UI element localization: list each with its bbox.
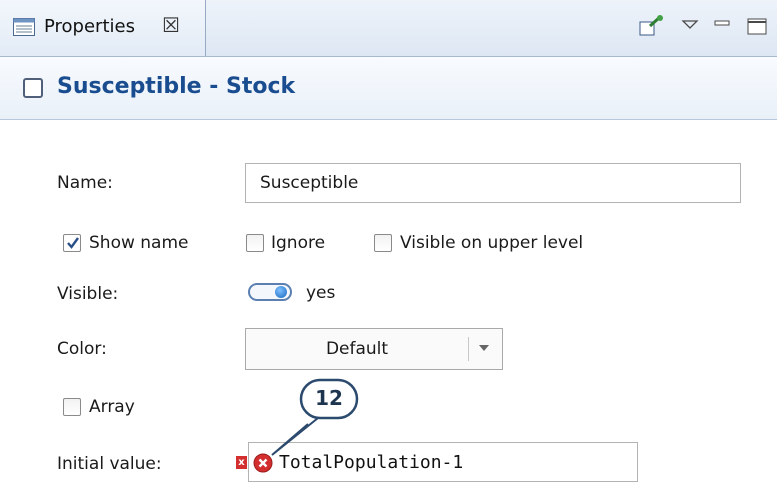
initial-value-label: Initial value: [57, 454, 162, 474]
close-icon[interactable]: ☒ [162, 14, 180, 36]
visible-toggle[interactable] [248, 283, 292, 301]
view-menu-icon[interactable] [680, 14, 700, 38]
checkmark-icon [67, 237, 79, 249]
stock-square-icon [23, 78, 43, 98]
properties-tab[interactable]: Properties ☒ [0, 0, 206, 56]
color-dropdown-value: Default [325, 339, 389, 359]
page-title: Susceptible - Stock [57, 74, 296, 99]
name-field[interactable]: Susceptible [245, 163, 741, 203]
color-dropdown[interactable]: Default [245, 328, 503, 370]
show-name-checkbox[interactable] [63, 234, 81, 252]
toggle-knob [275, 286, 287, 298]
visible-value: yes [306, 283, 336, 303]
array-label: Array [89, 397, 135, 417]
chevron-down-icon [479, 345, 489, 351]
show-name-label: Show name [89, 233, 189, 253]
dropdown-divider [468, 337, 469, 361]
visible-label: Visible: [57, 284, 119, 304]
ignore-label: Ignore [271, 233, 326, 253]
callout-number: 12 [315, 386, 343, 410]
name-label: Name: [57, 173, 113, 193]
maximize-icon[interactable] [744, 14, 770, 38]
properties-list-icon [13, 18, 35, 36]
visible-upper-level-label: Visible on upper level [400, 233, 584, 253]
properties-header: Susceptible - Stock [0, 57, 777, 120]
view-tab-bar: Properties ☒ [0, 0, 777, 57]
visible-upper-level-checkbox[interactable] [374, 234, 392, 252]
tab-label: Properties [44, 16, 135, 37]
ignore-checkbox[interactable] [246, 234, 264, 252]
pin-icon[interactable] [638, 14, 664, 38]
minimize-icon[interactable] [712, 14, 732, 38]
error-marker-icon: x [236, 456, 247, 469]
color-label: Color: [57, 339, 107, 359]
array-checkbox[interactable] [63, 398, 81, 416]
